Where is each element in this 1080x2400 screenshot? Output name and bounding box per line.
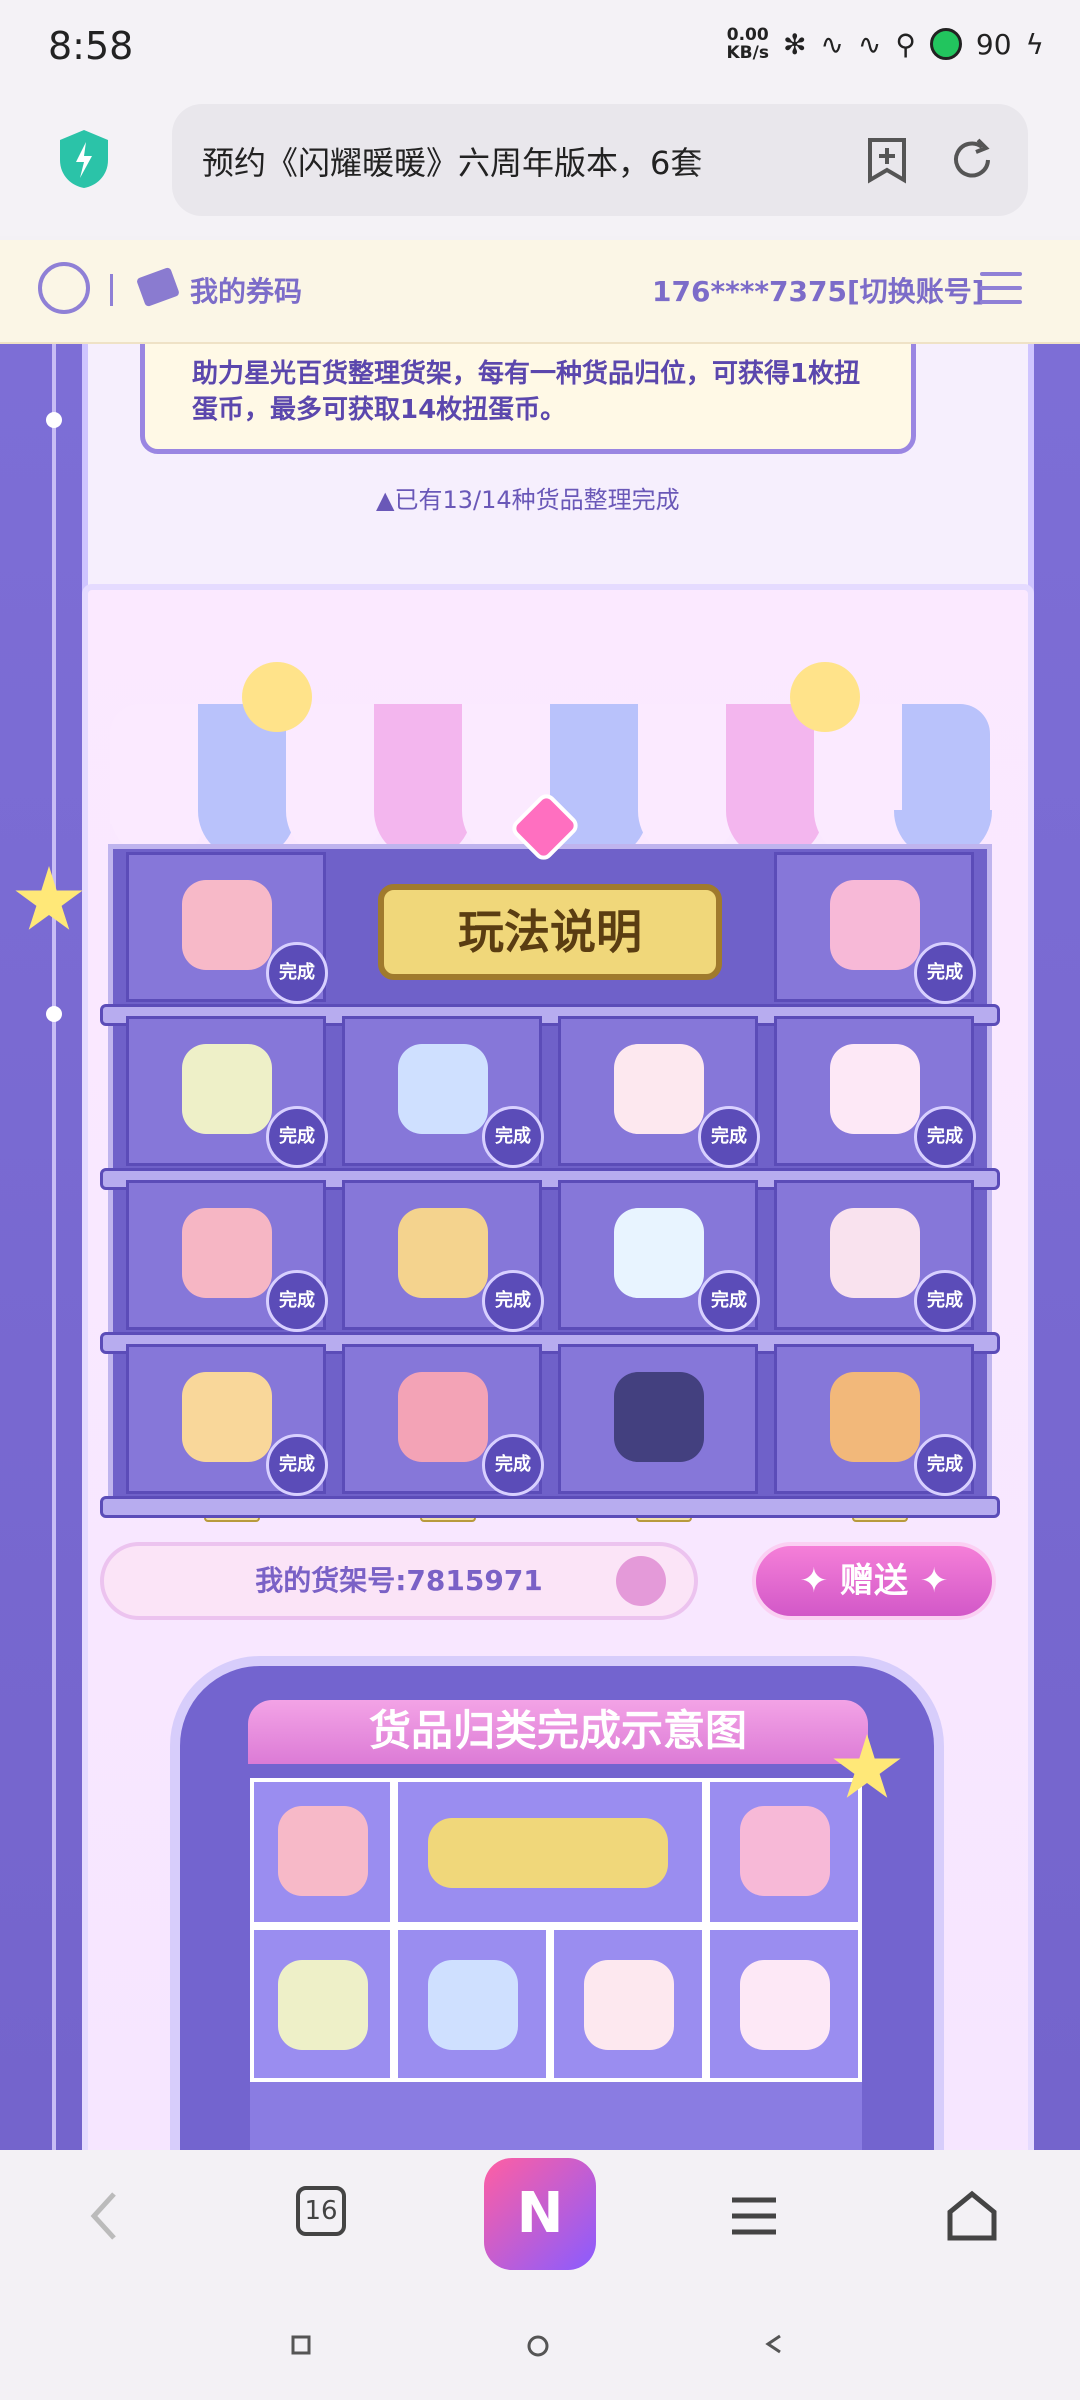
battery-icon — [929, 28, 962, 60]
milk-carton-icon[interactable] — [830, 1208, 920, 1298]
cat-icon — [242, 662, 312, 732]
done-badge: 完成 — [914, 1434, 976, 1496]
demo-cell — [394, 1926, 550, 2082]
signal-icon: ∿ — [857, 27, 882, 61]
bunny-cup-icon[interactable] — [830, 1044, 920, 1134]
event-note: 助力星光百货整理货架，每有一种货品归位，可获得1枚扭蛋币，最多可获取14枚扭蛋币… — [192, 359, 861, 425]
demo-cell — [550, 1926, 706, 2082]
perfume-icon[interactable] — [398, 1044, 488, 1134]
done-badge: 完成 — [698, 1270, 760, 1332]
decor-rail — [52, 344, 56, 2150]
header-divider — [110, 274, 113, 306]
browser-bottom-nav: 16 N — [0, 2150, 1080, 2400]
shell-icon — [584, 1960, 674, 2050]
plaque-icon — [428, 1818, 668, 1888]
home-nav-icon[interactable] — [526, 2334, 550, 2358]
system-nav — [0, 2290, 1080, 2400]
back-nav-icon[interactable] — [762, 2332, 786, 2356]
rail-dot — [46, 1006, 62, 1022]
demo-cell — [394, 1778, 706, 1926]
shell-icon[interactable] — [614, 1044, 704, 1134]
cat-icon — [790, 662, 860, 732]
cap-icon[interactable] — [182, 1208, 272, 1298]
demo-cell — [706, 1926, 862, 2082]
status-icons: 0.00 KB/s ✻ ∿ ∿ ⚲ 90 ϟ — [726, 26, 1044, 62]
done-badge: 完成 — [266, 1270, 328, 1332]
bunny-cup-icon — [740, 1960, 830, 2050]
reload-icon[interactable] — [948, 136, 996, 184]
copy-icon[interactable] — [616, 1556, 666, 1606]
net-speed: 0.00 KB/s — [726, 25, 769, 63]
address-bar[interactable]: 预约《闪耀暖暖》六周年版本，6套 — [172, 104, 1028, 216]
back-icon[interactable] — [76, 2186, 136, 2246]
home-icon[interactable] — [942, 2186, 1002, 2246]
basket-icon[interactable] — [182, 1044, 272, 1134]
progress-text: ▲已有13/14种货品整理完成 — [376, 486, 680, 514]
event-page: 助力星光百货整理货架，每有一种货品归位，可获得1枚扭蛋币，最多可获取14枚扭蛋币… — [0, 344, 1080, 2150]
signal-icon-2: ⚲ — [895, 27, 916, 61]
basket-icon — [278, 1960, 368, 2050]
perfume-icon — [428, 1960, 518, 2050]
account-switch-link[interactable]: 176****7375[切换账号] — [652, 270, 985, 310]
site-header: 我的券码 176****7375[切换账号] — [0, 240, 1080, 344]
done-badge: 完成 — [266, 942, 328, 1004]
album-icon[interactable] — [830, 880, 920, 970]
shield-icon[interactable] — [56, 128, 112, 190]
backpack-icon[interactable] — [182, 880, 272, 970]
backpack-icon — [278, 1806, 368, 1896]
site-logo-icon[interactable] — [38, 262, 90, 314]
charging-icon: ϟ — [1025, 27, 1044, 61]
done-badge: 完成 — [482, 1106, 544, 1168]
album-icon — [740, 1806, 830, 1896]
gift-button[interactable]: ✦ 赠送 ✦ — [752, 1542, 996, 1620]
demo-cell — [250, 1778, 394, 1926]
recents-icon[interactable] — [290, 2334, 312, 2356]
shelf-number: 我的货架号:7815971 — [100, 1542, 698, 1620]
suitcase-icon[interactable] — [398, 1208, 488, 1298]
done-badge: 完成 — [698, 1106, 760, 1168]
url-fade — [692, 124, 772, 196]
moon-icon[interactable] — [182, 1372, 272, 1462]
my-coupons-link[interactable]: 我的券码 — [190, 270, 302, 310]
done-badge: 完成 — [914, 942, 976, 1004]
bluetooth-icon: ✻ — [782, 27, 807, 61]
battery-level: 90 — [975, 27, 1012, 61]
demo-grid — [250, 1778, 862, 2150]
crystal-ball-icon[interactable] — [614, 1208, 704, 1298]
demo-cell — [250, 1926, 394, 2082]
star-icon — [15, 866, 83, 930]
done-badge: 完成 — [266, 1434, 328, 1496]
done-badge: 完成 — [482, 1270, 544, 1332]
tabs-button[interactable]: 16 — [296, 2186, 346, 2236]
done-badge: 完成 — [266, 1106, 328, 1168]
ticket-icon — [135, 266, 181, 308]
camera-icon[interactable] — [830, 1372, 920, 1462]
shelf-plank — [100, 1496, 1000, 1518]
browser-home-logo-icon[interactable]: N — [484, 2158, 596, 2270]
url-text[interactable]: 预约《闪耀暖暖》六周年版本，6套 — [202, 138, 742, 184]
wifi-icon: ∿ — [820, 27, 844, 61]
add-bookmark-icon[interactable] — [864, 136, 910, 184]
status-bar: 8:58 0.00 KB/s ✻ ∿ ∿ ⚲ 90 ϟ — [0, 0, 1080, 96]
clock: 8:58 — [48, 24, 134, 68]
menu-icon[interactable] — [980, 272, 1022, 308]
rules-button[interactable]: 玩法说明 — [378, 884, 722, 980]
done-badge: 完成 — [914, 1270, 976, 1332]
done-badge: 完成 — [482, 1434, 544, 1496]
palette-icon[interactable] — [398, 1372, 488, 1462]
menu-lines-icon[interactable] — [724, 2186, 784, 2246]
browser-toolbar: 预约《闪耀暖暖》六周年版本，6套 — [0, 96, 1080, 236]
done-badge: 完成 — [914, 1106, 976, 1168]
rail-dot — [46, 412, 62, 428]
demo-title: 货品归类完成示意图 — [248, 1700, 868, 1764]
cake-icon[interactable] — [614, 1372, 704, 1462]
demo-cell — [706, 1778, 862, 1926]
